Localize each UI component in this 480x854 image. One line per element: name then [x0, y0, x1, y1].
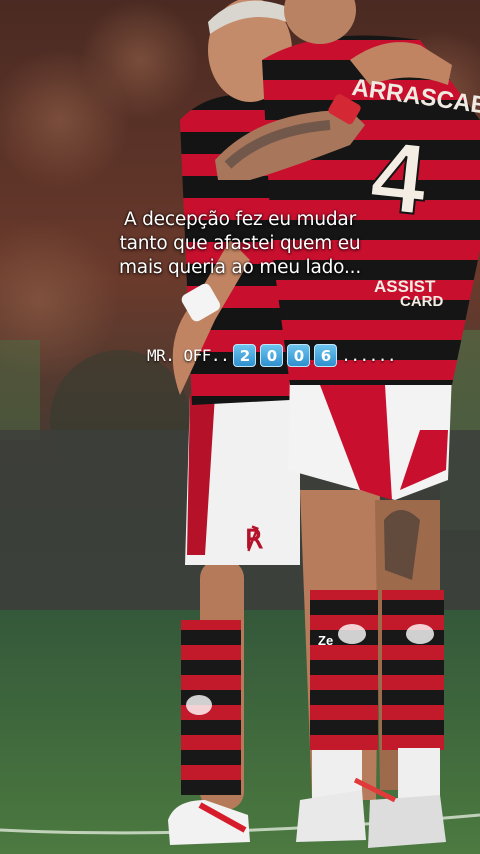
digit-emoji: 2: [233, 344, 257, 367]
caption-line: tanto que afastei quem eu: [119, 233, 361, 254]
svg-text:Ze: Ze: [318, 633, 333, 648]
photo-background: ℟ ARRASCAETA 4 ASSIST CARD Ze: [0, 0, 480, 854]
svg-text:CARD: CARD: [400, 293, 443, 310]
caption-line: A decepção fez eu mudar: [124, 209, 356, 230]
caption-text: A decepção fez eu mudar tanto que afaste…: [60, 208, 420, 280]
digit-emoji: 6: [314, 344, 338, 367]
signature-suffix: ......: [341, 346, 396, 365]
signature-prefix: MR. OFF..: [147, 346, 230, 365]
caption-line: mais queria ao meu lado...: [118, 257, 362, 278]
svg-text:℟: ℟: [245, 525, 264, 555]
digit-emoji: 0: [260, 344, 284, 367]
digit-emoji: 0: [287, 344, 311, 367]
signature-digits: 2 0 0 6: [233, 344, 338, 367]
signature-tag: MR. OFF.. 2 0 0 6 ......: [147, 344, 396, 367]
